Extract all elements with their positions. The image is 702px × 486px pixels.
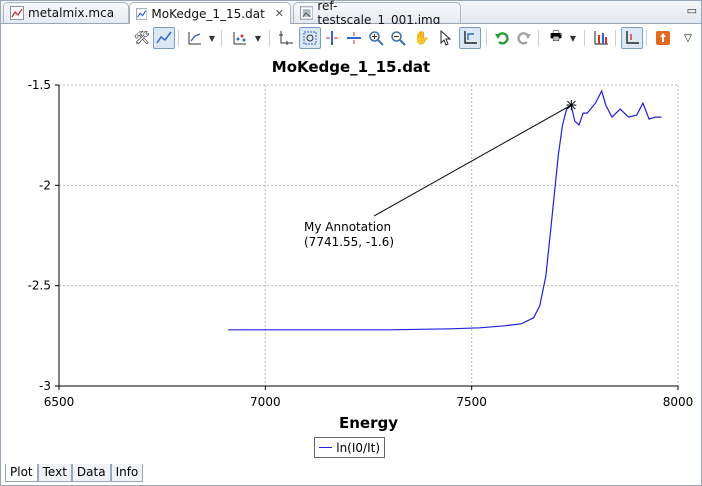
tab-data[interactable]: Data xyxy=(71,464,111,482)
redo-icon[interactable] xyxy=(513,27,535,49)
tab-mokedge[interactable]: MoKedge_1_15.dat ✕ xyxy=(129,2,291,24)
scatter-icon[interactable] xyxy=(229,27,251,49)
export-icon[interactable] xyxy=(652,27,674,49)
chevron-down-icon[interactable]: ▼ xyxy=(568,27,578,49)
bar-icon[interactable] xyxy=(590,27,612,49)
x-axis-label: Energy xyxy=(339,414,398,432)
zoom-box-icon[interactable] xyxy=(299,27,321,49)
annotation-label: My Annotation xyxy=(304,220,391,234)
chart-legend: ln(I0/It) xyxy=(314,437,385,458)
close-icon[interactable]: ✕ xyxy=(275,7,284,20)
y-tick-label: -3 xyxy=(39,379,51,393)
select-icon[interactable] xyxy=(435,27,457,49)
toolbar-separator xyxy=(269,30,270,46)
tab-label: ref-testscale_1_001.img xyxy=(317,0,441,27)
x-tick-label: 8000 xyxy=(663,395,694,409)
toolbar-separator xyxy=(615,30,616,46)
tab-label: metalmix.mca xyxy=(28,6,115,20)
series-line[interactable] xyxy=(228,89,662,331)
toolbar-separator xyxy=(584,30,585,46)
view-menu-icon[interactable]: ▽ xyxy=(677,27,699,49)
y-tick-label: -1.5 xyxy=(28,78,51,92)
autoscale-icon[interactable] xyxy=(459,27,481,49)
editor-tab-bar: metalmix.mca MoKedge_1_15.dat ✕ ref-test… xyxy=(1,0,701,27)
zoom-in-icon[interactable] xyxy=(365,27,387,49)
chevron-down-icon[interactable]: ▼ xyxy=(253,27,263,49)
axes-icon[interactable] xyxy=(275,27,297,49)
tab-info[interactable]: Info xyxy=(110,464,144,482)
x-tick-label: 7000 xyxy=(250,395,281,409)
y-tick-label: -2.5 xyxy=(28,279,51,293)
line-chart-icon xyxy=(136,7,148,20)
legend-swatch xyxy=(319,447,333,448)
x-tick-label: 6500 xyxy=(44,395,75,409)
bottom-tab-bar: Plot Text Data Info xyxy=(5,464,144,484)
toolbar-separator xyxy=(538,30,539,46)
line-style-icon[interactable] xyxy=(184,27,206,49)
toolbar-separator xyxy=(178,30,179,46)
toolbar-separator xyxy=(486,30,487,46)
plot-area[interactable]: MoKedge_1_15.dat 6500 7000 7500 8000 -1.5 -2-… xyxy=(1,52,701,463)
annotation-arrow xyxy=(373,104,572,217)
annotation-label: (7741.55, -1.6) xyxy=(304,235,394,249)
axis-options-icon[interactable] xyxy=(621,27,643,49)
plot-toolbar: 🛠 ▼ ▼ ✋ 🖶 ▼ ▽ xyxy=(1,24,701,52)
toolbar-separator xyxy=(646,30,647,46)
line-chart-icon xyxy=(10,6,24,20)
configure-icon[interactable]: 🛠 xyxy=(131,27,153,49)
tab-plot[interactable]: Plot xyxy=(5,464,38,482)
undo-icon[interactable] xyxy=(491,27,513,49)
editor-window: metalmix.mca MoKedge_1_15.dat ✕ ref-test… xyxy=(0,0,702,486)
tab-label: MoKedge_1_15.dat xyxy=(151,6,265,21)
tab-ref-testscale[interactable]: ref-testscale_1_001.img xyxy=(293,0,461,27)
zoom-out-icon[interactable] xyxy=(387,27,409,49)
zoom-x-icon[interactable] xyxy=(321,27,343,49)
legend-label: ln(I0/It) xyxy=(336,440,380,455)
chevron-down-icon[interactable]: ▼ xyxy=(207,27,217,49)
image-icon xyxy=(300,6,314,20)
print-icon[interactable]: 🖶 xyxy=(545,27,567,49)
tab-text[interactable]: Text xyxy=(37,464,72,482)
toolbar-separator xyxy=(221,30,222,46)
curve-settings-icon[interactable] xyxy=(153,27,175,49)
tab-metalmix[interactable]: metalmix.mca xyxy=(3,2,129,23)
minimize-icon[interactable]: ▭ xyxy=(687,4,697,17)
line-chart[interactable]: 6500 7000 7500 8000 -1.5 -2 -2.5 -3 Energy My Ann… xyxy=(1,52,701,463)
zoom-y-icon[interactable] xyxy=(343,27,365,49)
x-tick-label: 7500 xyxy=(456,395,487,409)
pan-icon[interactable]: ✋ xyxy=(411,27,433,49)
y-tick-label: -2 xyxy=(39,178,51,192)
